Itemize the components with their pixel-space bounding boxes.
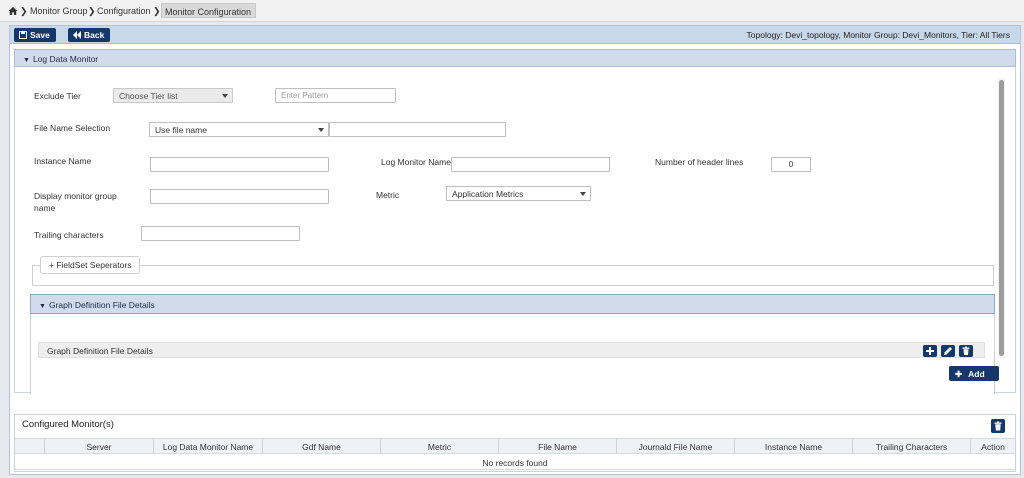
chevron-right-icon: ❯: [20, 6, 28, 16]
log-data-monitor-title: Log Data Monitor: [32, 54, 99, 64]
configured-table-header: Server Log Data Monitor Name Gdf Name Me…: [15, 438, 1015, 454]
column-server[interactable]: Server: [45, 439, 154, 454]
breadcrumb-monitor-group[interactable]: Monitor Group: [30, 6, 88, 16]
exclude-tier-value: Choose Tier list: [119, 91, 178, 101]
column-instance-name[interactable]: Instance Name: [735, 439, 853, 454]
gdf-section-header[interactable]: ▼ Graph Definition File Details: [30, 294, 995, 314]
file-name-selection-select[interactable]: Use file name: [149, 122, 329, 137]
back-button[interactable]: Back: [68, 28, 111, 42]
plus-icon: [926, 347, 934, 355]
table-select-column: [15, 439, 45, 454]
breadcrumb: ❯ Monitor Group ❯ Configuration ❯ Monito…: [0, 0, 1024, 22]
metric-label: Metric: [376, 190, 400, 200]
caret-down-icon: ▼: [23, 57, 30, 64]
trash-icon: [962, 346, 970, 355]
toolbar: Save Back Topology: Devi_topology, Monit…: [10, 26, 1020, 44]
save-button[interactable]: Save: [14, 28, 56, 42]
gdf-section-title: Graph Definition File Details: [48, 300, 155, 310]
add-gdf-button[interactable]: [923, 345, 937, 357]
chevron-right-icon: ❯: [88, 6, 96, 16]
column-log-data-monitor-name[interactable]: Log Data Monitor Name: [154, 439, 263, 454]
breadcrumb-configuration[interactable]: Configuration: [97, 6, 151, 16]
trash-icon: [994, 421, 1002, 431]
instance-name-label: Instance Name: [34, 156, 92, 166]
fieldset-separators-toggle[interactable]: + FieldSet Seperators: [40, 256, 141, 274]
file-name-selection-label: File Name Selection: [34, 123, 111, 133]
metric-select[interactable]: Application Metrics: [446, 186, 591, 201]
fieldset-box: [32, 265, 994, 286]
add-button[interactable]: ✚ Add: [949, 366, 999, 381]
log-monitor-name-input[interactable]: [451, 157, 610, 172]
breadcrumb-monitor-configuration: Monitor Configuration: [161, 3, 257, 18]
chevron-down-icon: [222, 94, 228, 98]
delete-all-button[interactable]: [991, 419, 1005, 433]
display-group-label: Display monitor group name: [34, 191, 117, 213]
column-file-name[interactable]: File Name: [499, 439, 617, 454]
gdf-details-bar: Graph Definition File Details: [38, 342, 985, 358]
log-data-monitor-header[interactable]: ▼ Log Data Monitor: [14, 49, 1016, 67]
column-gdf-name[interactable]: Gdf Name: [263, 439, 381, 454]
log-data-monitor-title-wrap: ▼ Log Data Monitor: [23, 54, 98, 64]
chevron-right-icon: ❯: [153, 6, 161, 16]
trailing-input[interactable]: [141, 226, 300, 241]
caret-down-icon: ▼: [39, 303, 46, 310]
backward-icon: [73, 31, 81, 39]
scrollbar-thumb[interactable]: [999, 80, 1004, 356]
back-label: Back: [84, 30, 105, 40]
edit-gdf-button[interactable]: [941, 345, 955, 357]
save-icon: [19, 31, 27, 39]
metric-value: Application Metrics: [452, 189, 524, 199]
column-trailing-characters[interactable]: Trailing Characters: [853, 439, 971, 454]
no-records-message: No records found: [15, 455, 1015, 470]
delete-gdf-button[interactable]: [959, 345, 973, 357]
chevron-down-icon: [318, 128, 324, 132]
home-icon[interactable]: [8, 6, 18, 16]
instance-name-input[interactable]: [150, 157, 329, 172]
trailing-label: Trailing characters: [34, 230, 104, 240]
configured-monitors-title: Configured Monitor(s): [22, 419, 114, 430]
display-group-input[interactable]: [150, 189, 329, 204]
pencil-icon: [944, 347, 952, 355]
pattern-input[interactable]: Enter Pattern: [275, 88, 396, 103]
header-lines-input[interactable]: 0: [771, 157, 811, 172]
topology-info: Topology: Devi_topology, Monitor Group: …: [746, 30, 1010, 40]
log-monitor-name-label: Log Monitor Name: [381, 157, 451, 167]
column-action: Action: [981, 442, 1005, 452]
column-journald-file-name[interactable]: Journald File Name: [617, 439, 735, 454]
column-metric[interactable]: Metric: [381, 439, 499, 454]
add-label: Add: [968, 369, 985, 379]
file-name-input[interactable]: [329, 122, 506, 137]
exclude-tier-select[interactable]: Choose Tier list: [113, 88, 233, 103]
save-label: Save: [30, 30, 50, 40]
file-name-selection-value: Use file name: [155, 125, 207, 135]
header-lines-label: Number of header lines: [655, 157, 744, 167]
gdf-details-title: Graph Definition File Details: [47, 346, 153, 356]
exclude-tier-label: Exclude Tier: [34, 91, 81, 101]
gdf-section-title-wrap: ▼ Graph Definition File Details: [39, 300, 155, 310]
chevron-down-icon: [580, 192, 586, 196]
plus-icon: ✚: [955, 369, 963, 379]
